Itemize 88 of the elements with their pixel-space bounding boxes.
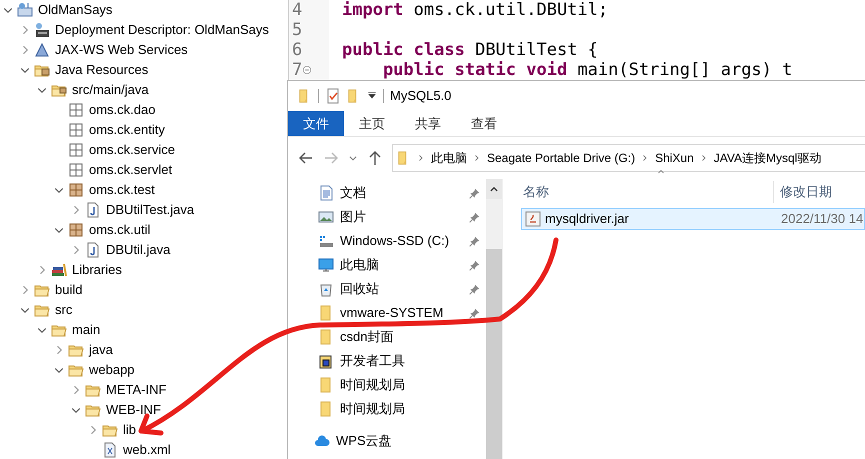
tree-item-label[interactable]: oms.ck.dao bbox=[89, 100, 156, 120]
picture-icon bbox=[318, 209, 334, 225]
document-icon bbox=[318, 185, 334, 201]
xml-file-icon bbox=[102, 442, 118, 458]
ribbon-tab[interactable]: 查看 bbox=[456, 111, 512, 136]
navigation-item[interactable]: 开发者工具 bbox=[340, 351, 480, 371]
tree-item-label[interactable]: web.xml bbox=[123, 440, 171, 459]
ribbon-tab[interactable]: 文件 bbox=[288, 111, 344, 136]
fold-toggle-icon[interactable] bbox=[302, 65, 312, 75]
java-file-icon bbox=[85, 202, 101, 218]
tree-item-label[interactable]: java bbox=[89, 340, 113, 360]
column-header[interactable]: 修改日期 bbox=[780, 182, 832, 202]
tree-item-label[interactable]: DBUtilTest.java bbox=[106, 200, 194, 220]
tree-item-label[interactable]: oms.ck.entity bbox=[89, 120, 165, 140]
tree-item-label[interactable]: oms.ck.util bbox=[89, 220, 150, 240]
navigation-item[interactable]: WPS云盘 bbox=[336, 431, 480, 451]
ribbon-tab[interactable]: 主页 bbox=[344, 111, 400, 136]
navigation-item[interactable]: 时间规划局 bbox=[340, 375, 480, 395]
chevron-right-icon bbox=[700, 153, 708, 163]
scrollbar[interactable] bbox=[486, 179, 502, 459]
dropdown-caret-icon[interactable] bbox=[367, 91, 377, 101]
web-services-icon bbox=[34, 42, 50, 58]
java-file-icon bbox=[85, 242, 101, 258]
tree-item-label[interactable]: oms.ck.test bbox=[89, 180, 155, 200]
line-number: 4 bbox=[292, 2, 302, 18]
project-icon bbox=[17, 2, 33, 18]
line-number: 5 bbox=[292, 22, 302, 38]
tree-item-label[interactable]: DBUtil.java bbox=[106, 240, 170, 260]
tree-item-label[interactable]: Libraries bbox=[72, 260, 122, 280]
chevron-right-icon bbox=[641, 153, 650, 163]
tree-item-label[interactable]: lib bbox=[123, 420, 136, 440]
drive-icon bbox=[318, 233, 334, 249]
cloud-icon bbox=[314, 433, 330, 449]
breadcrumb-item[interactable]: 此电脑 bbox=[431, 149, 467, 167]
computer-monitor-icon bbox=[318, 257, 334, 273]
navigation-item[interactable]: Windows-SSD (C:) bbox=[340, 231, 463, 251]
code-line: public class DBUtilTest { bbox=[342, 42, 598, 58]
properties-icon bbox=[325, 87, 341, 105]
jar-file-icon bbox=[525, 211, 541, 227]
breadcrumb-item[interactable]: JAVA连接Mysql驱动 bbox=[714, 149, 822, 167]
app-folder-icon bbox=[318, 353, 334, 369]
tree-item-label[interactable]: src/main/java bbox=[72, 80, 149, 100]
line-number: 6 bbox=[292, 42, 302, 58]
tree-item-label[interactable]: Java Resources bbox=[55, 60, 148, 80]
package-icon bbox=[68, 182, 84, 198]
breadcrumb-item[interactable]: Seagate Portable Drive (G:) bbox=[487, 149, 636, 167]
navigation-item[interactable]: 时间规划局 bbox=[340, 399, 480, 419]
window-title: MySQL5.0 bbox=[390, 87, 452, 106]
breadcrumb-item[interactable]: ShiXun bbox=[655, 149, 694, 167]
line-number: 7 bbox=[292, 62, 302, 78]
tree-item-label[interactable]: oms.ck.servlet bbox=[89, 160, 172, 180]
tree-item-label[interactable]: oms.ck.service bbox=[89, 140, 175, 160]
navigation-item[interactable]: 回收站 bbox=[340, 279, 463, 299]
navigation-item[interactable]: vmware-SYSTEM bbox=[340, 303, 463, 323]
tree-item-label[interactable]: src bbox=[55, 300, 72, 320]
file-date: 2022/11/30 14 bbox=[781, 210, 864, 228]
tree-item-label[interactable]: Deployment Descriptor: OldManSays bbox=[55, 20, 269, 40]
package-icon bbox=[68, 222, 84, 238]
package-icon bbox=[68, 102, 84, 118]
column-header[interactable]: 名称 bbox=[521, 182, 773, 202]
tree-item-label[interactable]: webapp bbox=[89, 360, 135, 380]
chevron-right-icon bbox=[417, 153, 425, 163]
address-bar[interactable]: 此电脑 Seagate Portable Drive (G:) ShiXun JAVA连接Mysql驱动 bbox=[392, 144, 865, 172]
package-icon bbox=[68, 122, 84, 138]
package-icon bbox=[68, 162, 84, 178]
navigation-item[interactable]: 文档 bbox=[340, 183, 463, 203]
tree-item-label[interactable]: JAX-WS Web Services bbox=[55, 40, 188, 60]
tree-item-label[interactable]: OldManSays bbox=[38, 0, 112, 20]
navigation-item[interactable]: csdn封面 bbox=[340, 327, 480, 347]
back-arrow-icon[interactable] bbox=[298, 150, 314, 166]
scrollbar-thumb[interactable] bbox=[486, 249, 502, 459]
code-line: public static void main(String[] args) t bbox=[382, 62, 792, 78]
package-icon bbox=[68, 142, 84, 158]
ribbon-tab[interactable]: 共享 bbox=[400, 111, 456, 136]
tree-item-label[interactable]: main bbox=[72, 320, 100, 340]
chevron-right-icon bbox=[473, 153, 481, 163]
navigation-item[interactable]: 图片 bbox=[340, 207, 463, 227]
file-name: mysqldriver.jar bbox=[545, 210, 629, 228]
code-line: import oms.ck.util.DBUtil; bbox=[342, 2, 608, 18]
libraries-icon bbox=[51, 262, 67, 278]
scroll-up-icon bbox=[489, 184, 499, 194]
tree-item-label[interactable]: WEB-INF bbox=[106, 400, 161, 420]
file-row[interactable]: mysqldriver.jar 2022/11/30 14 bbox=[521, 208, 865, 230]
tree-item-label[interactable]: build bbox=[55, 280, 82, 300]
navigation-item[interactable]: 此电脑 bbox=[340, 255, 463, 275]
descriptor-icon bbox=[34, 22, 50, 38]
tree-item-label[interactable]: META-INF bbox=[106, 380, 166, 400]
up-arrow-icon[interactable] bbox=[367, 150, 383, 166]
